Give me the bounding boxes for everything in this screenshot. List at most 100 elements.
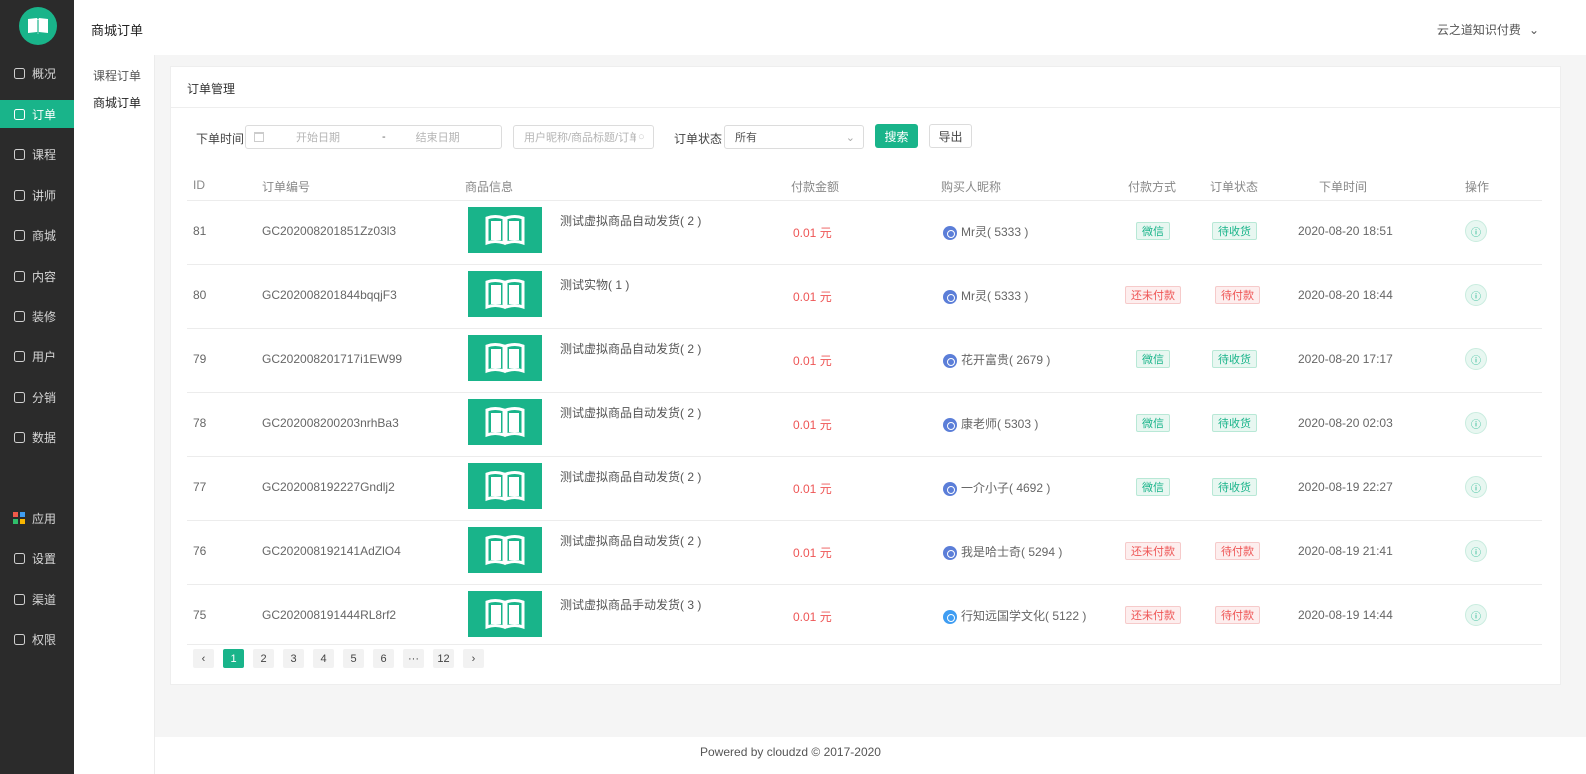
view-detail-button[interactable]: ⓘ bbox=[1465, 348, 1487, 370]
page-button[interactable]: 3 bbox=[283, 649, 304, 668]
page-button[interactable]: 4 bbox=[313, 649, 334, 668]
page-button[interactable]: 2 bbox=[253, 649, 274, 668]
subnav-item-shop-orders[interactable]: 商城订单 bbox=[93, 94, 141, 111]
sidebar-item-6[interactable]: 装修 bbox=[0, 302, 74, 330]
prev-page-button[interactable]: ‹ bbox=[193, 649, 214, 668]
table-row: 79 GC202008201717i1EW99 测试虚拟商品自动发货( 2 ) 0.0… bbox=[171, 328, 1560, 392]
th-time: 下单时间 bbox=[1319, 180, 1368, 194]
order-id: 75 bbox=[193, 608, 207, 622]
sidebar-item-9[interactable]: 数据 bbox=[0, 423, 74, 451]
sidebar-item-12[interactable]: 渠道 bbox=[0, 585, 74, 613]
product-title[interactable]: 测试虚拟商品自动发货( 2 ) bbox=[560, 404, 701, 421]
view-detail-button[interactable]: ⓘ bbox=[1465, 540, 1487, 562]
clear-icon[interactable]: ○ bbox=[638, 131, 645, 143]
course-icon bbox=[13, 148, 25, 160]
product-title[interactable]: 测试虚拟商品自动发货( 2 ) bbox=[560, 340, 701, 357]
sidebar-item-2[interactable]: 课程 bbox=[0, 140, 74, 168]
sidebar-item-label: 分销 bbox=[32, 390, 57, 405]
page-button[interactable]: 12 bbox=[433, 649, 454, 668]
end-date-input[interactable]: 结束日期 bbox=[416, 129, 460, 145]
view-detail-button[interactable]: ⓘ bbox=[1465, 476, 1487, 498]
order-status-label: 订单状态 bbox=[674, 132, 723, 146]
sidebar-item-4[interactable]: 商城 bbox=[0, 221, 74, 249]
sidebar-item-11[interactable]: 设置 bbox=[0, 544, 74, 572]
search-placeholder: 用户昵称/商品标题/订单 bbox=[524, 132, 636, 144]
info-icon: ⓘ bbox=[1471, 547, 1481, 559]
order-time: 2020-08-20 18:51 bbox=[1298, 224, 1393, 238]
product-title[interactable]: 测试虚拟商品自动发货( 2 ) bbox=[560, 212, 701, 229]
page-button[interactable]: 6 bbox=[373, 649, 394, 668]
decorate-icon bbox=[13, 310, 25, 322]
settings-icon bbox=[13, 552, 25, 564]
buyer[interactable]: Mr灵( 5333 ) bbox=[943, 223, 1028, 240]
product-thumbnail bbox=[468, 207, 542, 253]
buyer[interactable]: 一介小子( 4692 ) bbox=[943, 479, 1050, 496]
info-icon: ⓘ bbox=[1471, 419, 1481, 431]
sidebar-item-3[interactable]: 讲师 bbox=[0, 181, 74, 209]
status-badge: 待收货 bbox=[1212, 478, 1257, 496]
buyer[interactable]: 花开富贵( 2679 ) bbox=[943, 351, 1050, 368]
table-row: 81 GC202008201851Zz03l3 测试虚拟商品自动发货( 2 ) 0.0… bbox=[171, 200, 1560, 264]
view-detail-button[interactable]: ⓘ bbox=[1465, 284, 1487, 306]
book-icon[interactable] bbox=[19, 7, 57, 45]
home-icon bbox=[13, 67, 25, 79]
product-title[interactable]: 测试虚拟商品手动发货( 3 ) bbox=[560, 596, 701, 613]
order-time: 2020-08-20 02:03 bbox=[1298, 416, 1393, 430]
book-icon bbox=[485, 535, 525, 566]
th-payment: 付款方式 bbox=[1128, 180, 1177, 194]
order-status-value: 所有 bbox=[735, 132, 757, 144]
buyer[interactable]: 我是哈士奇( 5294 ) bbox=[943, 543, 1062, 560]
book-icon bbox=[485, 407, 525, 438]
search-button[interactable]: 搜索 bbox=[875, 124, 918, 148]
sidebar-item-7[interactable]: 用户 bbox=[0, 342, 74, 370]
buyer[interactable]: Mr灵( 5333 ) bbox=[943, 287, 1028, 304]
order-time: 2020-08-20 18:44 bbox=[1298, 288, 1393, 302]
avatar bbox=[943, 417, 957, 432]
page-button[interactable]: 5 bbox=[343, 649, 364, 668]
product-thumbnail bbox=[468, 335, 542, 381]
sidebar-item-0[interactable]: 概况 bbox=[0, 59, 74, 87]
info-icon: ⓘ bbox=[1471, 291, 1481, 303]
payment-method-badge: 微信 bbox=[1136, 222, 1170, 240]
buyer[interactable]: 行知远国学文化( 5122 ) bbox=[943, 607, 1086, 624]
sidebar-item-10[interactable]: 应用 bbox=[0, 504, 74, 532]
buyer[interactable]: 康老师( 5303 ) bbox=[943, 415, 1038, 432]
user-menu[interactable]: 云之道知识付费 ⌄ bbox=[1437, 21, 1539, 38]
date-range-picker[interactable]: 开始日期 - 结束日期 bbox=[245, 125, 502, 149]
order-id: 81 bbox=[193, 224, 207, 238]
payment-method-badge: 还未付款 bbox=[1125, 286, 1181, 304]
sidebar-item-5[interactable]: 内容 bbox=[0, 262, 74, 290]
date-separator: - bbox=[382, 131, 386, 143]
sidebar-item-8[interactable]: 分销 bbox=[0, 383, 74, 411]
status-badge: 待付款 bbox=[1215, 606, 1260, 624]
export-button[interactable]: 导出 bbox=[929, 124, 972, 148]
view-detail-button[interactable]: ⓘ bbox=[1465, 412, 1487, 434]
product-title[interactable]: 测试实物( 1 ) bbox=[560, 276, 629, 293]
order-status-select[interactable]: 所有 ⌄ bbox=[724, 125, 864, 149]
th-amount: 付款金额 bbox=[791, 180, 840, 194]
user-menu-label: 云之道知识付费 bbox=[1436, 23, 1521, 37]
page-button[interactable]: 1 bbox=[223, 649, 244, 668]
start-date-input[interactable]: 开始日期 bbox=[296, 129, 340, 145]
footer: Powered by cloudzd © 2017-2020 bbox=[155, 737, 1586, 774]
sidebar-item-1[interactable]: 订单 bbox=[0, 100, 74, 128]
order-number: GC202008192227Gndlj2 bbox=[262, 480, 395, 494]
product-title[interactable]: 测试虚拟商品自动发货( 2 ) bbox=[560, 468, 701, 485]
buyer-name: 我是哈士奇( 5294 ) bbox=[961, 545, 1063, 559]
sidebar-item-13[interactable]: 权限 bbox=[0, 625, 74, 653]
search-input[interactable]: 用户昵称/商品标题/订单 ○ bbox=[513, 125, 654, 149]
page-title: 商城订单 bbox=[91, 23, 144, 38]
order-number: GC202008200203nrhBa3 bbox=[262, 416, 399, 430]
subnav-item-course-orders[interactable]: 课程订单 bbox=[93, 67, 141, 84]
buyer-name: Mr灵( 5333 ) bbox=[961, 289, 1029, 303]
view-detail-button[interactable]: ⓘ bbox=[1465, 604, 1487, 626]
avatar bbox=[943, 289, 957, 304]
next-page-button[interactable]: › bbox=[463, 649, 484, 668]
order-id: 76 bbox=[193, 544, 207, 558]
view-detail-button[interactable]: ⓘ bbox=[1465, 220, 1487, 242]
buyer-name: Mr灵( 5333 ) bbox=[961, 225, 1029, 239]
status-badge: 待付款 bbox=[1215, 286, 1260, 304]
product-title[interactable]: 测试虚拟商品自动发货( 2 ) bbox=[560, 532, 701, 549]
pagination: ‹ 1 2 3 4 5 6 ··· 12 › bbox=[193, 649, 484, 668]
page-button[interactable]: ··· bbox=[403, 649, 424, 668]
